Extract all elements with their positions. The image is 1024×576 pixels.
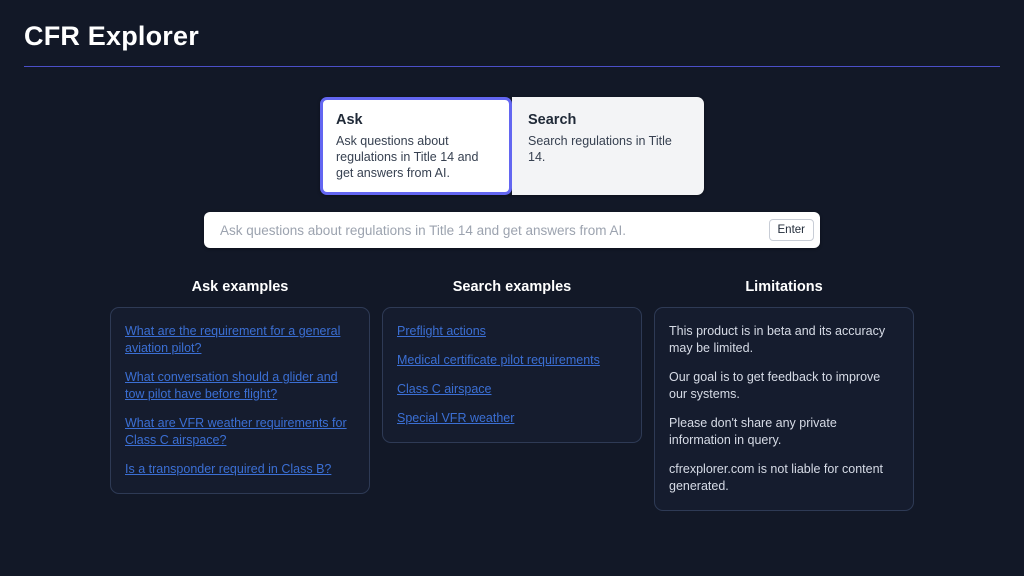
query-input-container: Enter	[0, 212, 1024, 248]
tab-search[interactable]: Search Search regulations in Title 14.	[512, 97, 704, 195]
limitations-heading: Limitations	[654, 278, 914, 296]
tab-ask[interactable]: Ask Ask questions about regulations in T…	[320, 97, 512, 195]
list-item[interactable]: Medical certificate pilot requirements	[397, 352, 627, 369]
column-ask-examples: Ask examples What are the requirement fo…	[110, 278, 370, 494]
list-item: This product is in beta and its accuracy…	[669, 323, 899, 357]
enter-button[interactable]: Enter	[769, 219, 815, 241]
column-search-examples: Search examples Preflight actions Medica…	[382, 278, 642, 443]
ask-examples-card: What are the requirement for a general a…	[110, 307, 370, 494]
search-examples-card: Preflight actions Medical certificate pi…	[382, 307, 642, 443]
list-item[interactable]: Class C airspace	[397, 381, 627, 398]
list-item[interactable]: Is a transponder required in Class B?	[125, 461, 355, 478]
header-divider	[24, 66, 1000, 67]
query-input-box[interactable]: Enter	[204, 212, 820, 248]
column-limitations: Limitations This product is in beta and …	[654, 278, 914, 511]
list-item[interactable]: Special VFR weather	[397, 410, 627, 427]
page-header: CFR Explorer	[0, 0, 1024, 67]
mode-tabs-container: Ask Ask questions about regulations in T…	[0, 97, 1024, 195]
tab-search-title: Search	[528, 111, 688, 129]
limitations-card: This product is in beta and its accuracy…	[654, 307, 914, 511]
ask-examples-heading: Ask examples	[110, 278, 370, 296]
list-item: cfrexplorer.com is not liable for conten…	[669, 461, 899, 495]
list-item: Please don't share any private informati…	[669, 415, 899, 449]
list-item[interactable]: What are the requirement for a general a…	[125, 323, 355, 357]
tab-ask-description: Ask questions about regulations in Title…	[336, 133, 496, 181]
tab-search-description: Search regulations in Title 14.	[528, 133, 688, 165]
tab-ask-title: Ask	[336, 111, 496, 129]
page-title: CFR Explorer	[24, 18, 1000, 54]
query-input[interactable]	[218, 211, 769, 249]
list-item[interactable]: What are VFR weather requirements for Cl…	[125, 415, 355, 449]
list-item[interactable]: What conversation should a glider and to…	[125, 369, 355, 403]
list-item[interactable]: Preflight actions	[397, 323, 627, 340]
info-columns: Ask examples What are the requirement fo…	[0, 278, 1024, 511]
search-examples-heading: Search examples	[382, 278, 642, 296]
list-item: Our goal is to get feedback to improve o…	[669, 369, 899, 403]
mode-tabs: Ask Ask questions about regulations in T…	[320, 97, 704, 195]
